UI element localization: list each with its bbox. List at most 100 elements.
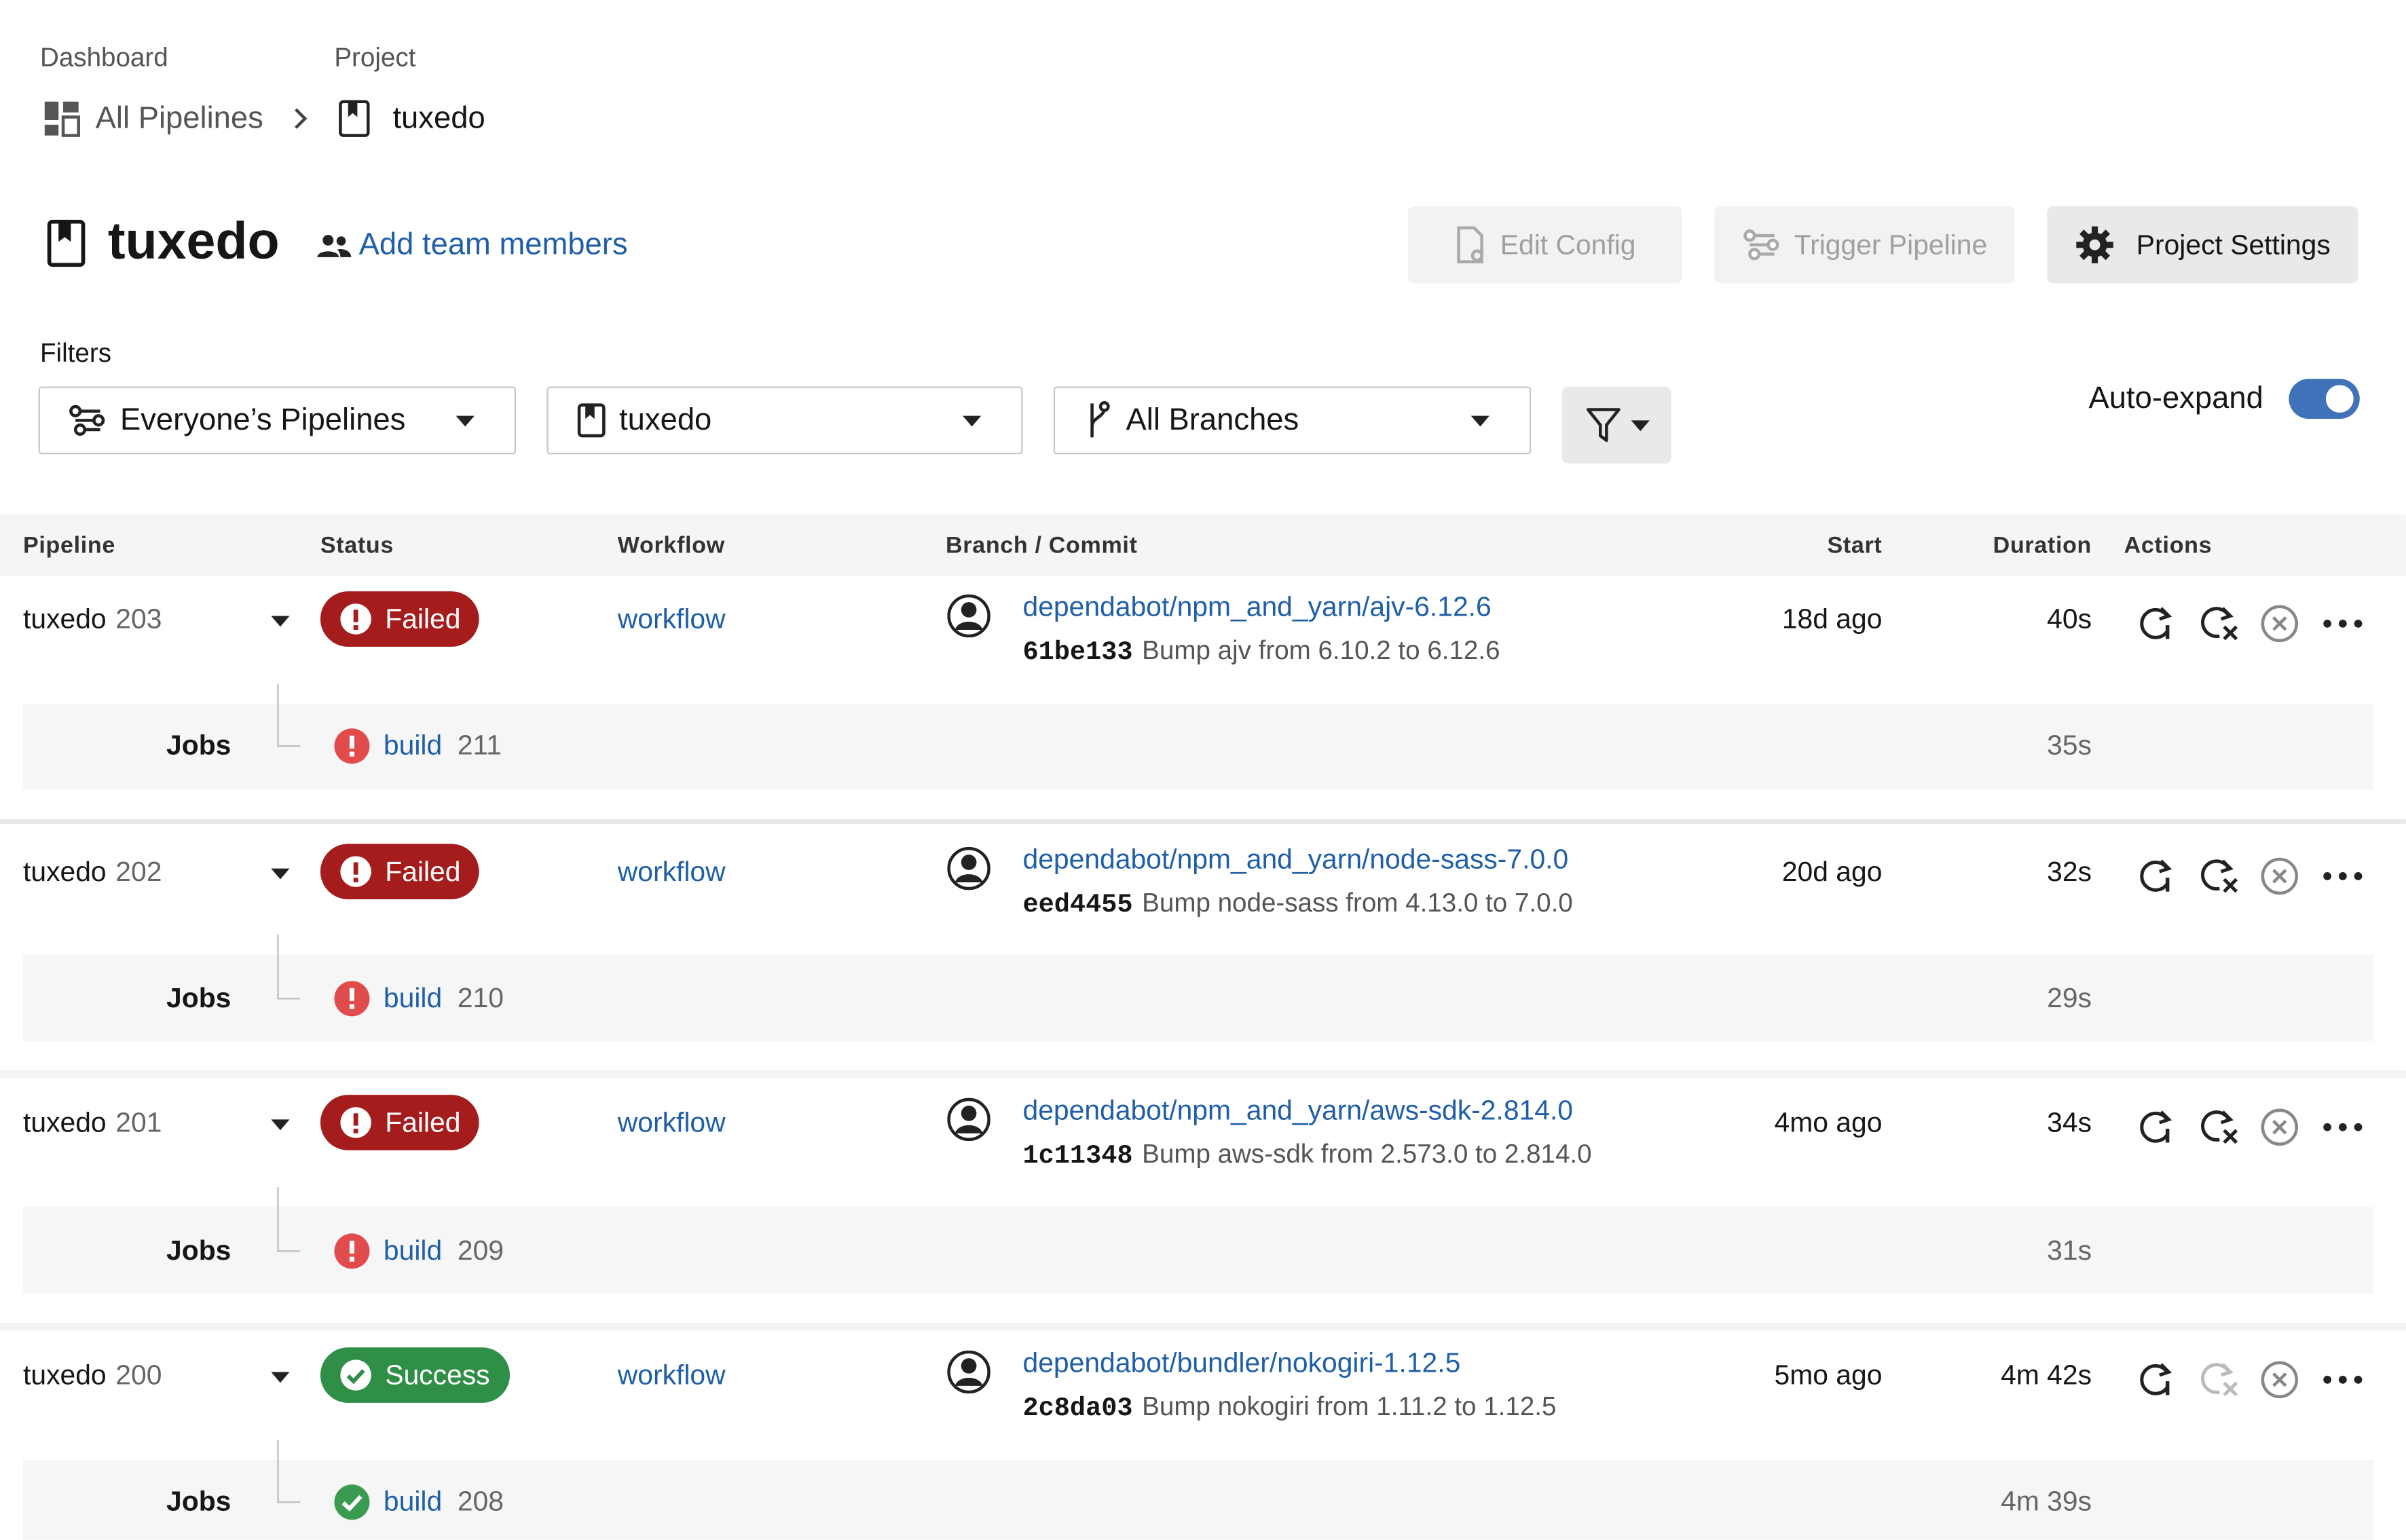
breadcrumb-all-pipelines[interactable]: All Pipelines: [96, 101, 263, 136]
status-badge[interactable]: Failed: [320, 1095, 479, 1150]
pipeline-icon: [1742, 229, 1782, 261]
job-link[interactable]: build: [384, 1486, 442, 1518]
status-label: Failed: [385, 1106, 461, 1138]
branches-filter-select[interactable]: All Branches: [1053, 386, 1532, 455]
rerun-failed-button[interactable]: [2198, 856, 2242, 896]
rerun-failed-button[interactable]: [2198, 1359, 2242, 1400]
commit-message: Bump node-sass from 4.13.0 to 7.0.0: [1142, 888, 1573, 918]
job-link[interactable]: build: [384, 730, 442, 762]
more-options-button[interactable]: [2322, 871, 2363, 881]
cancel-icon: [2261, 1361, 2299, 1399]
commit-sha[interactable]: 2c8da03: [1022, 1395, 1132, 1425]
pipeline-number: 201: [115, 1107, 162, 1138]
branches-filter-value: All Branches: [1126, 402, 1299, 437]
more-options-button[interactable]: [2322, 1123, 2363, 1132]
cancel-button[interactable]: [2259, 1107, 2299, 1147]
workflow-link[interactable]: workflow: [618, 603, 726, 636]
branch-link[interactable]: dependabot/npm_and_yarn/node-sass-7.0.0: [1022, 844, 1568, 876]
pipeline-name[interactable]: tuxedo 200: [23, 1359, 162, 1392]
rerun-failed-icon: [2201, 1110, 2238, 1144]
job-duration: 4m 39s: [2001, 1486, 2092, 1517]
commit-info: 61be133 Bump ajv from 6.10.2 to 6.12.6: [1022, 636, 1500, 669]
caret-down-icon: [456, 415, 475, 427]
jobs-label: Jobs: [166, 982, 232, 1013]
trigger-pipeline-button[interactable]: Trigger Pipeline: [1714, 206, 2015, 284]
page-title: tuxedo: [46, 212, 280, 272]
avatar: [947, 1350, 991, 1402]
cancel-button[interactable]: [2259, 603, 2299, 643]
project-settings-button[interactable]: Project Settings: [2047, 206, 2358, 284]
failed-icon: [339, 1106, 373, 1140]
breadcrumb: All Pipelines tuxedo: [43, 98, 485, 138]
edit-config-button[interactable]: Edit Config: [1407, 206, 1682, 284]
commit-message: Bump aws-sdk from 2.573.0 to 2.814.0: [1142, 1139, 1592, 1169]
project-filter-value: tuxedo: [619, 402, 712, 437]
breadcrumb-project[interactable]: tuxedo: [392, 101, 485, 136]
branch-link[interactable]: dependabot/npm_and_yarn/ajv-6.12.6: [1022, 591, 1491, 624]
rerun-icon: [2140, 1363, 2172, 1395]
rerun-button[interactable]: [2136, 1107, 2177, 1147]
jobs-row: [23, 954, 2374, 1041]
status-badge[interactable]: Failed: [320, 844, 479, 899]
project-bookmark-icon: [337, 98, 371, 138]
project-filter-select[interactable]: tuxedo: [547, 386, 1023, 455]
branch-icon: [1083, 399, 1113, 443]
column-header-duration: Duration: [1993, 533, 2092, 559]
workflow-link[interactable]: workflow: [618, 1107, 726, 1140]
expand-caret-icon[interactable]: [271, 1372, 290, 1383]
more-options-button[interactable]: [2322, 1375, 2363, 1385]
rerun-failed-button[interactable]: [2198, 1107, 2242, 1147]
avatar: [947, 846, 991, 898]
commit-sha[interactable]: 61be133: [1022, 639, 1132, 669]
job-number: 208: [457, 1486, 504, 1517]
pipeline-icon: [68, 405, 108, 436]
more-options-button[interactable]: [2322, 619, 2363, 628]
commit-sha[interactable]: eed4455: [1022, 892, 1132, 921]
add-team-members-label: Add team members: [358, 227, 628, 262]
funnel-icon: [1584, 405, 1621, 445]
avatar: [947, 594, 991, 645]
rerun-failed-button[interactable]: [2198, 603, 2242, 643]
rerun-button[interactable]: [2136, 856, 2177, 896]
expand-caret-icon[interactable]: [271, 1119, 290, 1131]
add-team-members-link[interactable]: Add team members: [316, 227, 628, 263]
pipeline-name[interactable]: tuxedo 203: [23, 603, 162, 636]
status-badge[interactable]: Failed: [320, 591, 479, 647]
tree-connector: [277, 1187, 301, 1252]
breadcrumb-project-label: Project: [334, 43, 416, 73]
column-header-pipeline: Pipeline: [23, 533, 115, 559]
branch-link[interactable]: dependabot/bundler/nokogiri-1.12.5: [1022, 1347, 1460, 1380]
auto-expand-label: Auto-expand: [2088, 381, 2263, 416]
pipeline-name[interactable]: tuxedo 201: [23, 1107, 162, 1140]
expand-caret-icon[interactable]: [271, 616, 290, 627]
pipelines-filter-select[interactable]: Everyone’s Pipelines: [38, 386, 517, 455]
commit-info: 2c8da03 Bump nokogiri from 1.11.2 to 1.12…: [1022, 1392, 1556, 1425]
pipeline-number: 202: [115, 856, 162, 887]
workflow-link[interactable]: workflow: [618, 1359, 726, 1392]
job-link[interactable]: build: [384, 982, 442, 1015]
rerun-button[interactable]: [2136, 603, 2177, 643]
commit-sha[interactable]: 1c11348: [1022, 1142, 1132, 1171]
expand-caret-icon[interactable]: [271, 868, 290, 880]
gear-icon: [2075, 225, 2115, 265]
advanced-filter-button[interactable]: [1561, 386, 1671, 464]
rerun-button[interactable]: [2136, 1359, 2177, 1400]
auto-expand-toggle[interactable]: [2289, 379, 2360, 419]
cancel-button[interactable]: [2259, 856, 2299, 896]
toggle-knob: [2325, 385, 2354, 413]
pipeline-number: 200: [115, 1359, 162, 1391]
status-badge[interactable]: Success: [320, 1347, 510, 1403]
job-link[interactable]: build: [384, 1235, 442, 1268]
pipeline-project: tuxedo: [23, 856, 107, 887]
jobs-label: Jobs: [166, 1235, 232, 1266]
cancel-button[interactable]: [2259, 1359, 2299, 1400]
jobs-label: Jobs: [166, 730, 232, 761]
start-time: 18d ago: [1781, 603, 1883, 635]
workflow-link[interactable]: workflow: [618, 856, 726, 888]
start-time: 5mo ago: [1774, 1359, 1883, 1391]
branch-link[interactable]: dependabot/npm_and_yarn/aws-sdk-2.814.0: [1022, 1095, 1573, 1127]
row-divider: [0, 1070, 2406, 1078]
status-label: Success: [385, 1359, 490, 1390]
pipeline-name[interactable]: tuxedo 202: [23, 856, 162, 888]
more-icon: [2323, 1375, 2363, 1384]
